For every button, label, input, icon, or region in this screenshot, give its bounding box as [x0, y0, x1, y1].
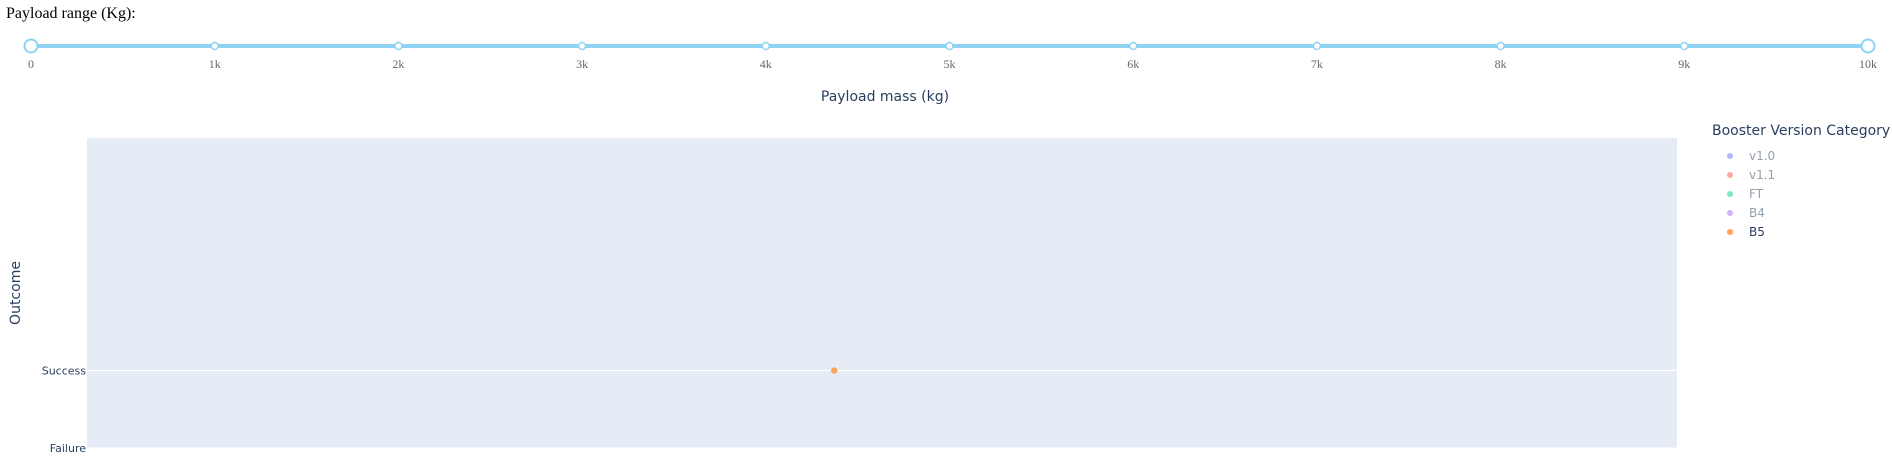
slider-handle-min[interactable]: [23, 38, 39, 54]
scatter-chart: Failure Success Outcome Booster Version Cat…: [8, 123, 1890, 455]
y-axis-label: Outcome: [8, 261, 24, 325]
slider-mark-label: 4k: [760, 57, 772, 71]
plot-area: [87, 138, 1677, 448]
slider-title: Payload range (Kg):: [6, 5, 136, 22]
slider-mark-dot[interactable]: [1128, 41, 1138, 51]
slider-mark-dot[interactable]: [945, 41, 954, 51]
slider-mark-dot[interactable]: [210, 41, 219, 51]
legend-marker[interactable]: [1727, 229, 1733, 235]
slider-mark-label: 2k: [392, 57, 404, 71]
slider-mark-dot[interactable]: [394, 41, 403, 51]
slider-handle-max[interactable]: [1860, 38, 1876, 54]
legend-marker[interactable]: [1727, 210, 1733, 216]
slider-mark-label: 3k: [576, 57, 588, 71]
slider-mark-label: 9k: [1678, 57, 1690, 71]
legend-marker[interactable]: [1727, 191, 1733, 197]
slider-mark-dot[interactable]: [1496, 41, 1505, 51]
y-tick-label: Success: [42, 365, 87, 378]
legend-item-B4[interactable]: B4: [1749, 206, 1765, 220]
slider-mark-label: 7k: [1311, 57, 1323, 71]
legend-item-FT[interactable]: FT: [1749, 187, 1764, 201]
legend-item-v1.0[interactable]: v1.0: [1749, 149, 1775, 163]
legend-item-B5[interactable]: B5: [1749, 225, 1765, 239]
slider-mark-label: 6k: [1127, 57, 1139, 71]
dashboard: Payload range (Kg): 0 1k 2k 3k 4k 5k 6k 7k 8k 9k 1…: [0, 0, 1892, 469]
x-axis-label: Payload mass (kg): [820, 89, 950, 105]
legend-marker[interactable]: [1727, 153, 1733, 159]
slider-mark-label: 10k: [1859, 57, 1877, 71]
slider-mark-dot[interactable]: [1680, 41, 1689, 51]
slider-mark-label: 1k: [209, 57, 221, 71]
legend-item-v1.1[interactable]: v1.1: [1749, 168, 1775, 182]
data-point-B5[interactable]: [831, 367, 838, 374]
slider-mark-dot[interactable]: [1312, 41, 1322, 51]
slider-mark-label: 8k: [1495, 57, 1507, 71]
slider-mark-label: 0: [28, 57, 34, 71]
slider-mark-dot[interactable]: [761, 41, 771, 51]
legend-title: Booster Version Category: [1712, 123, 1890, 139]
y-tick-label: Failure: [50, 442, 86, 455]
slider-mark-label: 5k: [944, 57, 956, 71]
slider-mark-dot[interactable]: [577, 41, 587, 51]
legend-marker[interactable]: [1727, 172, 1733, 178]
